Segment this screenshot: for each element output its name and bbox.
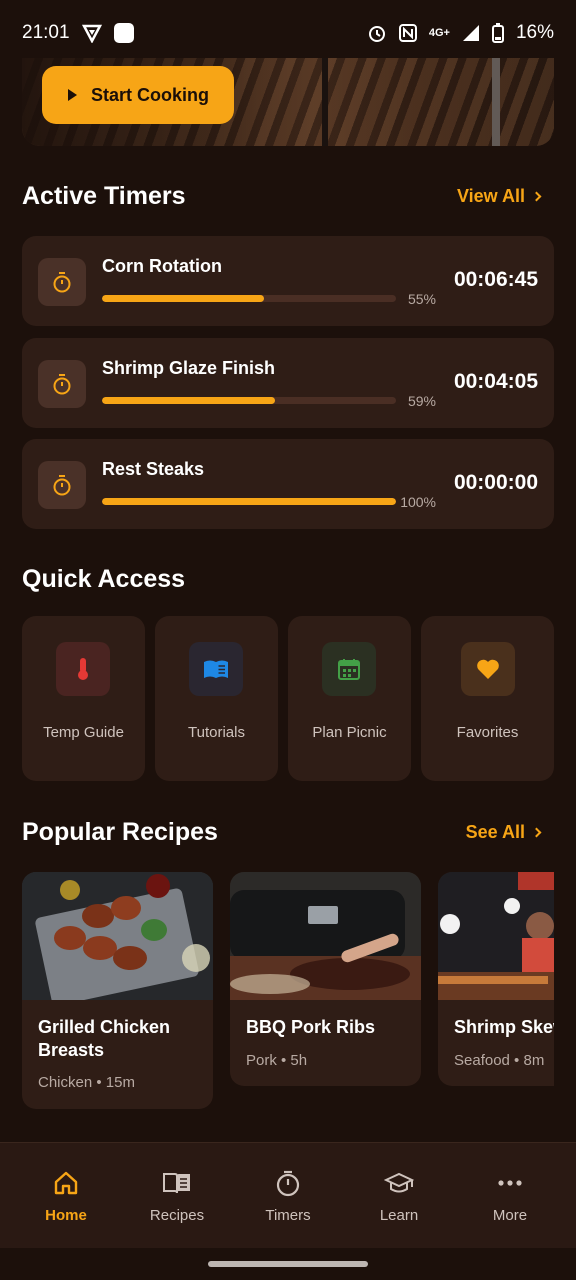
- see-all-recipes-link[interactable]: See All: [465, 822, 542, 843]
- nav-label: Learn: [379, 1207, 419, 1224]
- start-cooking-label: Start Cooking: [91, 84, 210, 105]
- battery-level: 16%: [515, 22, 554, 43]
- popular-recipes-title: Popular Recipes: [22, 818, 218, 846]
- nav-label: Recipes: [149, 1207, 205, 1224]
- nav-label: Home: [45, 1207, 87, 1224]
- timer-card[interactable]: Rest Steaks 100% 00:00:00: [22, 439, 554, 529]
- recipe-image: [438, 872, 554, 1000]
- more-dots-icon: [454, 1167, 566, 1199]
- book-icon: [189, 642, 243, 696]
- notification-icon: [113, 23, 134, 43]
- recipe-image: [230, 872, 421, 1000]
- home-icon: [10, 1167, 122, 1199]
- chevron-right-icon: [531, 827, 542, 838]
- quick-access-label: Temp Guide: [43, 724, 124, 741]
- timer-icon: [38, 360, 86, 408]
- heart-icon: [461, 642, 515, 696]
- signal-icon: [462, 25, 479, 41]
- battery-icon: [491, 23, 504, 43]
- home-gesture-bar[interactable]: [208, 1261, 368, 1267]
- quick-access-favorites[interactable]: Favorites: [421, 616, 554, 781]
- bottom-nav: Home Recipes Timers Learn More: [0, 1142, 576, 1248]
- start-cooking-button[interactable]: Start Cooking: [42, 66, 234, 124]
- quick-access-label: Plan Picnic: [312, 724, 387, 741]
- quick-access-label: Tutorials: [188, 724, 245, 741]
- timer-progress-percent: 55%: [407, 291, 436, 307]
- timer-progress-bar: [102, 295, 396, 302]
- recipe-card[interactable]: Grilled Chicken Breasts Chicken • 15m: [22, 872, 213, 1109]
- quick-access-label: Favorites: [456, 724, 519, 741]
- play-icon: [68, 89, 77, 101]
- nav-label: Timers: [265, 1207, 311, 1224]
- quick-access-plan-picnic[interactable]: Plan Picnic: [288, 616, 411, 781]
- timer-icon: [38, 461, 86, 509]
- recipe-title: Grilled Chicken Breasts: [38, 1017, 171, 1060]
- timer-remaining: 00:00:00: [453, 471, 538, 494]
- timer-progress-percent: 59%: [407, 393, 436, 409]
- recipe-meta: Seafood • 8m: [454, 1052, 545, 1069]
- nfc-icon: [398, 24, 417, 42]
- recipe-image: [22, 872, 213, 1006]
- network-type: 4G+: [428, 27, 450, 39]
- timer-card[interactable]: Corn Rotation 55% 00:06:45: [22, 236, 554, 326]
- timer-icon: [38, 258, 86, 306]
- timer-name: Corn Rotation: [102, 256, 222, 276]
- recipe-meta: Pork • 5h: [246, 1052, 308, 1069]
- see-all-label: See All: [465, 822, 525, 842]
- status-bar: 21:01 4G+ 16%: [0, 0, 576, 66]
- quick-access-title: Quick Access: [22, 565, 186, 593]
- quick-access-temp-guide[interactable]: Temp Guide: [22, 616, 145, 781]
- recipe-meta: Chicken • 15m: [38, 1074, 135, 1091]
- graduation-cap-icon: [343, 1167, 455, 1199]
- thermometer-icon: [56, 642, 110, 696]
- alarm-icon: [368, 26, 385, 42]
- recipe-card[interactable]: BBQ Pork Ribs Pork • 5h: [230, 872, 421, 1086]
- recipe-card[interactable]: Shrimp Skewers Seafood • 8m: [438, 872, 554, 1086]
- view-all-timers-link[interactable]: View All: [456, 186, 542, 207]
- recipe-book-icon: [121, 1167, 233, 1199]
- recipe-title: BBQ Pork Ribs: [246, 1017, 376, 1037]
- nav-item-timers[interactable]: Timers: [232, 1167, 344, 1224]
- timer-name: Rest Steaks: [102, 459, 205, 479]
- timer-progress-bar: [102, 498, 396, 505]
- timer-remaining: 00:04:05: [453, 370, 538, 393]
- nav-item-recipes[interactable]: Recipes: [121, 1167, 233, 1224]
- nav-item-more[interactable]: More: [454, 1167, 566, 1224]
- calendar-icon: [322, 642, 376, 696]
- timer-remaining: 00:06:45: [453, 268, 538, 291]
- timer-progress-percent: 100%: [400, 494, 436, 510]
- quick-access-tutorials[interactable]: Tutorials: [155, 616, 278, 781]
- nav-item-learn[interactable]: Learn: [343, 1167, 455, 1224]
- status-time: 21:01: [22, 22, 70, 43]
- chevron-right-icon: [531, 191, 542, 202]
- vpn-icon: [81, 24, 102, 43]
- active-timers-title: Active Timers: [22, 182, 186, 210]
- timer-progress-bar: [102, 397, 396, 404]
- nav-label: More: [492, 1207, 528, 1224]
- recipe-title: Shrimp Skewers: [454, 1017, 554, 1037]
- stopwatch-icon: [232, 1167, 344, 1199]
- nav-item-home[interactable]: Home: [10, 1167, 122, 1224]
- view-all-label: View All: [456, 186, 525, 206]
- timer-name: Shrimp Glaze Finish: [102, 358, 276, 378]
- timer-card[interactable]: Shrimp Glaze Finish 59% 00:04:05: [22, 338, 554, 428]
